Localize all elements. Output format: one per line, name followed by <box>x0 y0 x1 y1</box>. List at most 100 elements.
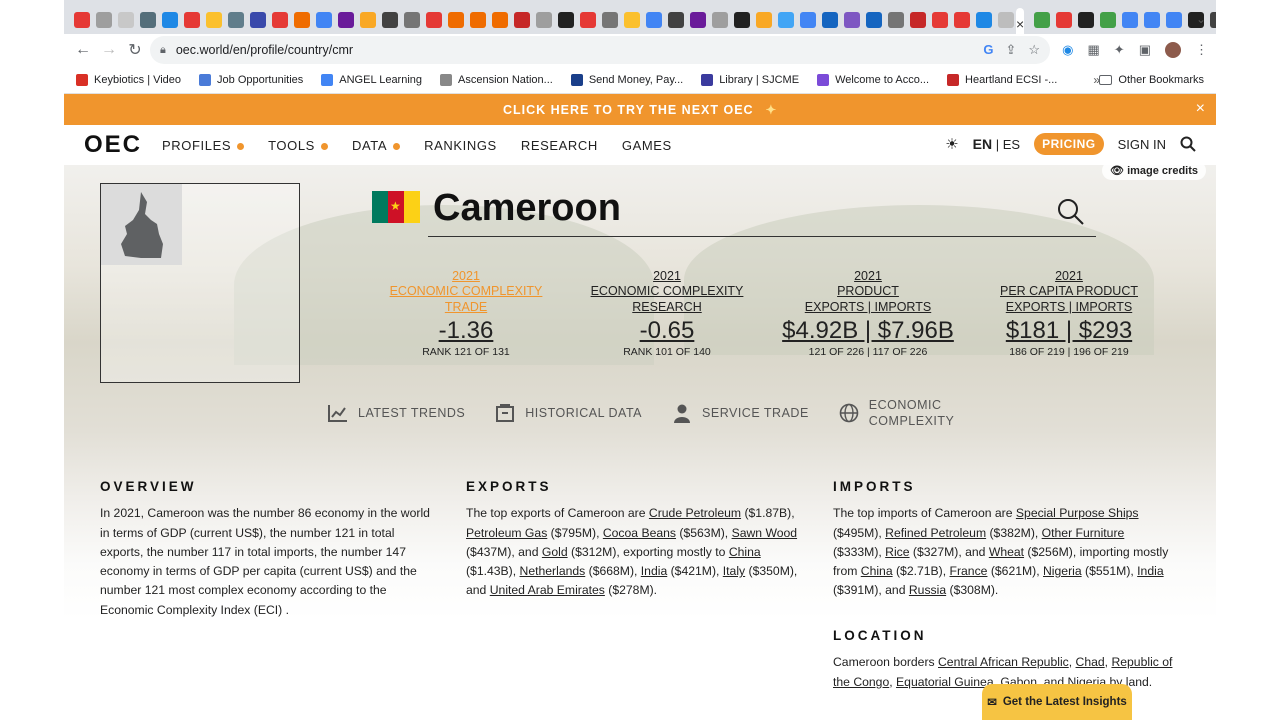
tab-favicon-icon[interactable] <box>1210 12 1216 28</box>
tab-favicon-icon[interactable] <box>294 12 310 28</box>
tab-favicon-icon[interactable] <box>646 12 662 28</box>
nav-profiles[interactable]: PROFILES <box>162 138 245 153</box>
lang-es[interactable]: ES <box>1003 137 1020 152</box>
stat-value[interactable]: -0.65 <box>567 317 767 345</box>
tab-favicon-icon[interactable] <box>470 12 486 28</box>
nav-tools[interactable]: TOOLS <box>268 138 328 153</box>
kebab-menu-icon[interactable]: ⋮ <box>1195 42 1208 58</box>
back-icon[interactable]: ← <box>70 41 96 59</box>
address-bar[interactable]: 🔒︎ oec.world/en/profile/country/cmr G ⇪ … <box>150 36 1050 64</box>
share-icon[interactable]: ⇪ <box>1005 42 1016 58</box>
tab-favicon-icon[interactable] <box>602 12 618 28</box>
bookmark-item[interactable]: Welcome to Acco... <box>817 73 929 86</box>
tab-favicon-icon[interactable] <box>734 12 750 28</box>
tab-favicon-icon[interactable] <box>316 12 332 28</box>
reload-icon[interactable]: ↻ <box>122 40 148 60</box>
bookmark-item[interactable]: Job Opportunities <box>199 73 303 86</box>
stat-product-trade[interactable]: 2021 PRODUCT EXPORTS | IMPORTS $4.92B | … <box>768 269 968 358</box>
export-link[interactable]: Gold <box>542 545 568 559</box>
tool-latest-trends[interactable]: LATEST TRENDS <box>328 397 465 429</box>
bookmark-item[interactable]: Ascension Nation... <box>440 73 553 86</box>
stat-per-capita[interactable]: 2021 PER CAPITA PRODUCT EXPORTS | IMPORT… <box>969 269 1169 358</box>
url-text[interactable]: oec.world/en/profile/country/cmr <box>176 43 353 57</box>
sidebar-icon[interactable]: ▣ <box>1139 42 1151 58</box>
forward-icon[interactable]: → <box>96 41 122 59</box>
import-origin-link[interactable]: France <box>950 564 988 578</box>
nav-games[interactable]: GAMES <box>622 138 672 153</box>
stat-value[interactable]: $181 | $293 <box>969 317 1169 345</box>
oec-logo[interactable]: OEC <box>84 131 142 159</box>
tab-favicon-icon[interactable] <box>250 12 266 28</box>
stat-value[interactable]: $4.92B | $7.96B <box>768 317 968 345</box>
tool-economic-complexity[interactable]: ECONOMIC COMPLEXITY <box>839 397 954 429</box>
tab-favicon-icon[interactable] <box>162 12 178 28</box>
export-destination-link[interactable]: India <box>641 564 667 578</box>
tab-favicon-icon[interactable] <box>712 12 728 28</box>
tab-favicon-icon[interactable] <box>932 12 948 28</box>
tab-favicon-icon[interactable] <box>888 12 904 28</box>
export-link[interactable]: Crude Petroleum <box>649 506 741 520</box>
tab-favicon-icon[interactable] <box>822 12 838 28</box>
import-link[interactable]: Special Purpose Ships <box>1016 506 1139 520</box>
tab-favicon-icon[interactable] <box>1078 12 1095 28</box>
bookmark-star-icon[interactable]: ☆ <box>1028 42 1040 58</box>
export-destination-link[interactable]: Netherlands <box>520 564 586 578</box>
import-link[interactable]: Other Furniture <box>1042 526 1125 540</box>
tab-favicon-icon[interactable] <box>800 12 816 28</box>
lang-en[interactable]: EN <box>973 136 992 152</box>
puzzle-icon[interactable]: ✦ <box>1114 42 1125 58</box>
theme-toggle-icon[interactable]: ☀ <box>945 135 958 153</box>
tab-favicon-icon[interactable] <box>580 12 596 28</box>
export-destination-link[interactable]: United Arab Emirates <box>490 583 605 597</box>
bookmark-item[interactable]: Send Money, Pay... <box>570 73 683 86</box>
bookmark-item[interactable]: Keybiotics | Video <box>76 73 181 86</box>
promo-banner[interactable]: CLICK HERE TO TRY THE NEXT OEC ✦ × <box>64 94 1216 125</box>
tab-favicon-icon[interactable] <box>514 12 530 28</box>
export-link[interactable]: Cocoa Beans <box>603 526 676 540</box>
tab-favicon-icon[interactable] <box>998 12 1014 28</box>
tab-favicon-icon[interactable] <box>668 12 684 28</box>
extension-icon[interactable]: ◉ <box>1062 42 1073 58</box>
tab-favicon-icon[interactable] <box>1144 12 1161 28</box>
tab-favicon-icon[interactable] <box>360 12 376 28</box>
tab-favicon-icon[interactable] <box>184 12 200 28</box>
tab-favicon-icon[interactable] <box>382 12 398 28</box>
sign-in-link[interactable]: SIGN IN <box>1118 137 1166 152</box>
stat-value[interactable]: -1.36 <box>366 317 566 345</box>
tab-favicon-icon[interactable] <box>338 12 354 28</box>
close-banner-icon[interactable]: × <box>1196 100 1206 118</box>
bookmark-item[interactable]: ANGEL Learning <box>321 73 422 86</box>
tab-favicon-icon[interactable] <box>866 12 882 28</box>
tab-favicon-icon[interactable] <box>1100 12 1117 28</box>
tab-favicon-icon[interactable] <box>624 12 640 28</box>
import-origin-link[interactable]: China <box>861 564 893 578</box>
nav-research[interactable]: RESEARCH <box>521 138 598 153</box>
border-country-link[interactable]: Equatorial Guinea <box>896 675 994 689</box>
tab-favicon-icon[interactable] <box>536 12 552 28</box>
import-origin-link[interactable]: Russia <box>909 583 946 597</box>
bookmark-item[interactable]: Library | SJCME <box>701 73 799 86</box>
language-switcher[interactable]: EN | ES <box>973 136 1020 152</box>
pricing-button[interactable]: PRICING <box>1034 133 1104 155</box>
google-icon[interactable]: G <box>983 42 993 58</box>
tab-favicon-icon[interactable] <box>778 12 794 28</box>
tool-historical-data[interactable]: HISTORICAL DATA <box>495 397 642 429</box>
tab-search-icon[interactable]: ⌄ <box>1196 12 1206 26</box>
tab-favicon-icon[interactable] <box>96 12 112 28</box>
tab-favicon-icon[interactable] <box>448 12 464 28</box>
tab-favicon-icon[interactable] <box>558 12 574 28</box>
other-bookmarks[interactable]: Other Bookmarks <box>1099 74 1204 86</box>
get-insights-button[interactable]: ✉ Get the Latest Insights <box>982 684 1132 720</box>
tab-favicon-icon[interactable] <box>954 12 970 28</box>
search-icon[interactable] <box>1180 136 1196 152</box>
close-tab-icon[interactable]: × <box>1016 16 1024 32</box>
export-destination-link[interactable]: China <box>729 545 761 559</box>
tab-favicon-icon[interactable] <box>844 12 860 28</box>
tab-favicon-icon[interactable] <box>1122 12 1139 28</box>
lock-icon[interactable]: 🔒︎ <box>160 44 166 57</box>
export-link[interactable]: Sawn Wood <box>732 526 798 540</box>
tab-favicon-icon[interactable] <box>74 12 90 28</box>
tab-favicon-icon[interactable] <box>206 12 222 28</box>
tab-favicon-icon[interactable] <box>1034 12 1051 28</box>
bookmark-item[interactable]: Heartland ECSI -... <box>947 73 1057 86</box>
